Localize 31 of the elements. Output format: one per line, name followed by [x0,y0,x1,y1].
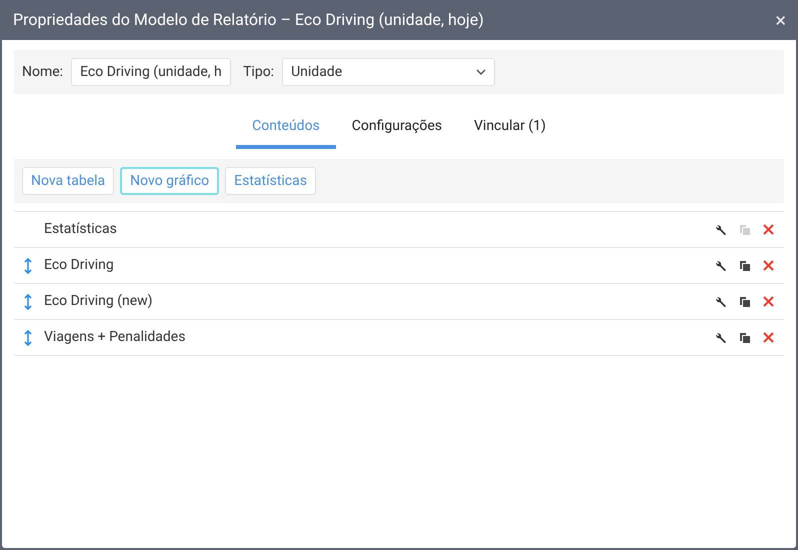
delete-icon[interactable] [763,296,774,307]
toolbar-button[interactable]: Novo gráfico [120,167,220,195]
copy-icon[interactable] [739,260,751,272]
item-name: Eco Driving (new) [44,292,154,311]
wrench-icon[interactable] [715,296,727,308]
drag-handle-icon[interactable] [24,258,32,274]
name-field[interactable]: Eco Driving (unidade, h [71,58,232,86]
delete-icon[interactable] [763,224,774,235]
toolbar-button[interactable]: Estatísticas [225,167,316,195]
wrench-icon[interactable] [715,224,727,236]
tab[interactable]: Vincular (1) [458,107,562,149]
drag-handle-icon[interactable] [24,294,32,310]
type-label: Tipo: [243,62,274,82]
toolbar-button[interactable]: Nova tabela [22,167,114,195]
item-name: Estatísticas [44,220,118,239]
drag-handle-icon[interactable] [24,330,32,346]
tab[interactable]: Configurações [336,107,458,149]
tab[interactable]: Conteúdos [236,107,336,149]
close-button[interactable]: × [775,10,786,30]
name-label: Nome: [22,62,64,82]
item-name: Viagens + Penalidades [44,328,186,347]
chevron-down-icon [476,69,486,75]
window-title: Propriedades do Modelo de Relatório – Eco Driving (unidade, hoje) [13,9,484,31]
delete-icon[interactable] [763,332,774,343]
wrench-icon[interactable] [715,260,727,272]
copy-icon[interactable] [739,332,751,344]
item-name: Eco Driving [44,256,115,275]
type-dropdown[interactable]: Unidade [282,58,496,86]
wrench-icon[interactable] [715,332,727,344]
copy-icon[interactable] [739,296,751,308]
delete-icon[interactable] [763,260,774,271]
